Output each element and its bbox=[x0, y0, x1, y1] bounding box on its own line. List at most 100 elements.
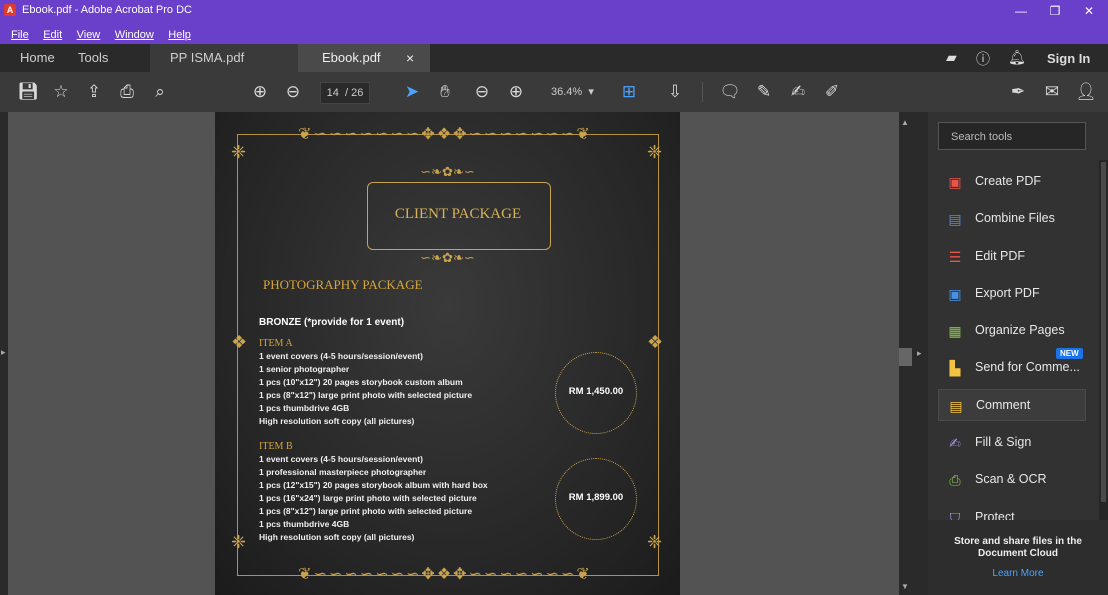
close-tab-icon[interactable]: × bbox=[406, 44, 414, 72]
tool-create-pdf[interactable]: ▣ Create PDF bbox=[938, 166, 1086, 198]
notifications-bell-icon[interactable]: 🔔︎ bbox=[1008, 49, 1026, 66]
scroll-down-icon[interactable]: ▼ bbox=[901, 582, 909, 591]
tab-home[interactable]: Home bbox=[20, 44, 55, 72]
tab-tools[interactable]: Tools bbox=[78, 44, 108, 72]
right-pane-collapse[interactable]: ▸ bbox=[912, 112, 928, 595]
item-a-line: 1 pcs (10"x12") 20 pages storybook custo… bbox=[259, 377, 463, 387]
tab-document-ebook[interactable]: Ebook.pdf × bbox=[298, 44, 430, 72]
sign-icon[interactable]: ✍︎ bbox=[786, 80, 810, 104]
tools-pane-scroll-thumb[interactable] bbox=[1101, 162, 1106, 502]
tool-fill-sign[interactable]: ✍︎ Fill & Sign bbox=[938, 427, 1086, 459]
item-b-price: RM 1,899.00 bbox=[568, 492, 624, 503]
close-window-button[interactable]: ✕ bbox=[1074, 2, 1104, 20]
save-icon[interactable]: 💾︎ bbox=[16, 80, 40, 104]
client-package-heading: CLIENT PACKAGE bbox=[394, 206, 522, 222]
hand-tool-icon[interactable]: ✋︎ bbox=[433, 80, 457, 104]
fill-sign-icon: ✍︎ bbox=[949, 435, 961, 451]
search-tools-input[interactable]: Search tools bbox=[938, 122, 1086, 150]
comment-tool-icon[interactable]: 🗨︎ bbox=[718, 80, 742, 104]
menu-file[interactable]: File bbox=[6, 27, 34, 43]
share-user-icon[interactable]: 👤︎ bbox=[1074, 80, 1098, 104]
window-title: Ebook.pdf - Adobe Acrobat Pro DC bbox=[22, 4, 192, 16]
menu-window[interactable]: Window bbox=[110, 27, 159, 43]
search-icon[interactable]: ⌕ bbox=[148, 80, 172, 104]
package-title: PHOTOGRAPHY PACKAGE bbox=[263, 277, 423, 292]
bottom-ornament: ❦∽∽∽∽∽∽∽✥❖✥∽∽∽∽∽∽∽❦ bbox=[298, 566, 592, 583]
tool-organize-pages[interactable]: ▦ Organize Pages bbox=[938, 315, 1086, 347]
item-b-line: 1 pcs thumbdrive 4GB bbox=[259, 519, 350, 529]
help-icon[interactable]: ⓘ bbox=[976, 49, 990, 69]
zoom-level-select[interactable]: 36.4% ▾ bbox=[551, 82, 603, 102]
bookmark-star-icon[interactable]: ☆ bbox=[49, 80, 73, 104]
highlight-pen-icon[interactable]: ✎ bbox=[752, 80, 776, 104]
tool-comment[interactable]: ▤ Comment bbox=[938, 389, 1086, 421]
sign-in-link[interactable]: Sign In bbox=[1047, 51, 1090, 66]
restore-button[interactable]: ❐ bbox=[1040, 2, 1070, 20]
scroll-thumb[interactable] bbox=[899, 348, 912, 366]
tools-pane-scrollbar[interactable] bbox=[1099, 160, 1108, 520]
menu-view[interactable]: View bbox=[72, 27, 106, 43]
request-signature-icon[interactable]: ✒︎ bbox=[1006, 80, 1030, 104]
tool-scan-ocr[interactable]: ⎙ Scan & OCR bbox=[938, 464, 1086, 496]
upload-cloud-icon[interactable]: ⇪ bbox=[82, 80, 106, 104]
tab-document-pp-isma[interactable]: PP ISMA.pdf bbox=[150, 44, 298, 72]
item-a-price: RM 1,450.00 bbox=[568, 386, 624, 397]
document-cloud-promo: Store and share files in the Document Cl… bbox=[928, 520, 1108, 595]
left-mid-ornament: ❖ bbox=[231, 332, 248, 352]
page-number-field[interactable]: 14 / 26 bbox=[320, 82, 370, 104]
item-a-line: 1 event covers (4-5 hours/session/event) bbox=[259, 351, 423, 361]
email-icon[interactable]: ✉ bbox=[1040, 80, 1064, 104]
page-total: / 26 bbox=[345, 87, 364, 99]
create-pdf-icon: ▣ bbox=[948, 174, 962, 190]
zoom-level: 36.4% bbox=[551, 86, 583, 98]
tab-document-ebook-label: Ebook.pdf bbox=[322, 50, 381, 65]
minimize-button[interactable]: — bbox=[1006, 2, 1036, 20]
learn-more-link[interactable]: Learn More bbox=[938, 568, 1098, 579]
zoom-out-icon[interactable]: ⊖ bbox=[470, 80, 494, 104]
expand-left-icon[interactable]: ▸ bbox=[1, 347, 6, 358]
scan-ocr-icon: ⎙ bbox=[949, 472, 961, 488]
scrolling-mode-icon[interactable]: ⇩ bbox=[663, 80, 687, 104]
chat-icon[interactable]: ▰ bbox=[946, 49, 957, 66]
print-icon[interactable]: ⎙ bbox=[115, 80, 139, 104]
menu-edit[interactable]: Edit bbox=[38, 27, 67, 43]
top-ornament: ❦∽∽∽∽∽∽∽✥❖✥∽∽∽∽∽∽∽❦ bbox=[298, 126, 592, 143]
top-flourish: ∽❧✿❧∽ bbox=[420, 164, 475, 179]
next-page-icon[interactable]: ⊖ bbox=[281, 80, 305, 104]
document-cloud-message: Store and share files in the Document Cl… bbox=[954, 536, 1082, 559]
edit-pdf-icon: ☰ bbox=[948, 249, 962, 265]
select-cursor-icon[interactable]: ➤ bbox=[400, 80, 424, 104]
fit-page-icon[interactable]: ⊞ bbox=[617, 80, 641, 104]
left-nav-collapse[interactable]: ▸ bbox=[0, 112, 8, 595]
tool-export-pdf[interactable]: ▣ Export PDF bbox=[938, 278, 1086, 310]
protect-icon: ⛉ bbox=[949, 510, 961, 520]
tool-label: Organize Pages bbox=[975, 323, 1065, 337]
document-vertical-scrollbar[interactable]: ▲ ▼ bbox=[899, 112, 912, 595]
package-tier: BRONZE (*provide for 1 event) bbox=[259, 317, 405, 328]
title-bar: A Ebook.pdf - Adobe Acrobat Pro DC — ❐ ✕ bbox=[0, 0, 1108, 23]
right-top-ornament: ❈ bbox=[647, 142, 663, 162]
scroll-up-icon[interactable]: ▲ bbox=[901, 118, 909, 127]
item-b-title: ITEM B bbox=[259, 441, 293, 452]
tool-label: Edit PDF bbox=[975, 249, 1026, 263]
item-a-title: ITEM A bbox=[259, 338, 293, 349]
collapse-right-pane-icon[interactable]: ▸ bbox=[917, 348, 922, 359]
tool-label: Create PDF bbox=[975, 174, 1041, 188]
organize-pages-icon: ▦ bbox=[948, 323, 962, 339]
tool-protect[interactable]: ⛉ Protect bbox=[938, 502, 1086, 520]
right-bottom-ornament: ❈ bbox=[647, 532, 663, 552]
item-b-line: 1 pcs (16"x24") large print photo with s… bbox=[259, 493, 477, 503]
previous-page-icon[interactable]: ⊕ bbox=[248, 80, 272, 104]
menu-help[interactable]: Help bbox=[163, 27, 196, 43]
tool-combine-files[interactable]: ▤ Combine Files bbox=[938, 203, 1086, 235]
tool-label: Protect bbox=[975, 510, 1015, 520]
tool-send-for-comment[interactable]: NEW ▙ Send for Comme... bbox=[938, 348, 1086, 384]
combine-files-icon: ▤ bbox=[948, 211, 962, 227]
pdf-page: ❦∽∽∽∽∽∽∽✥❖✥∽∽∽∽∽∽∽❦ ❦∽∽∽∽∽∽∽✥❖✥∽∽∽∽∽∽∽❦ … bbox=[215, 112, 680, 595]
send-for-comment-icon: ▙ bbox=[949, 360, 961, 376]
item-a-line: 1 pcs (8"x12") large print photo with se… bbox=[259, 390, 473, 400]
zoom-in-icon[interactable]: ⊕ bbox=[504, 80, 528, 104]
tool-edit-pdf[interactable]: ☰ Edit PDF bbox=[938, 241, 1086, 273]
page-current: 14 bbox=[326, 87, 339, 99]
fill-sign-tool-icon[interactable]: ✐ bbox=[820, 80, 844, 104]
